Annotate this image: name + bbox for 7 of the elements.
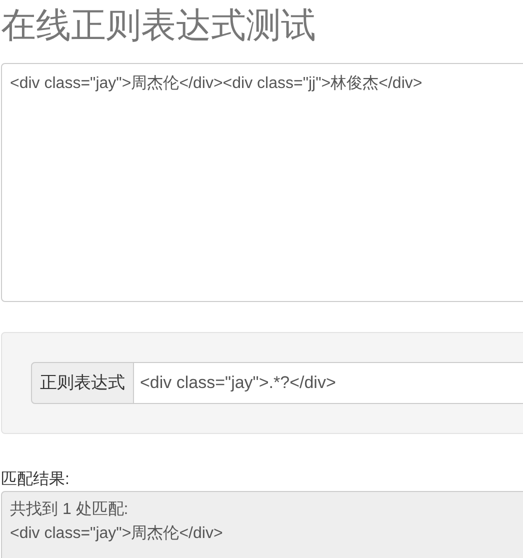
result-line: 共找到 1 处匹配: — [10, 500, 128, 520]
regex-input[interactable]: <div class="jay">.*?</div> — [134, 362, 523, 404]
result-line: <div class="jay">周杰伦</div> — [10, 524, 223, 544]
page-title: 在线正则表达式测试 — [0, 5, 316, 47]
result-label: 匹配结果: — [0, 470, 70, 490]
text-input-area[interactable]: <div class="jay">周杰伦</div><div class="jj">林俊杰</div> — [1, 63, 523, 302]
input-label: 正则表达式 — [31, 362, 134, 404]
